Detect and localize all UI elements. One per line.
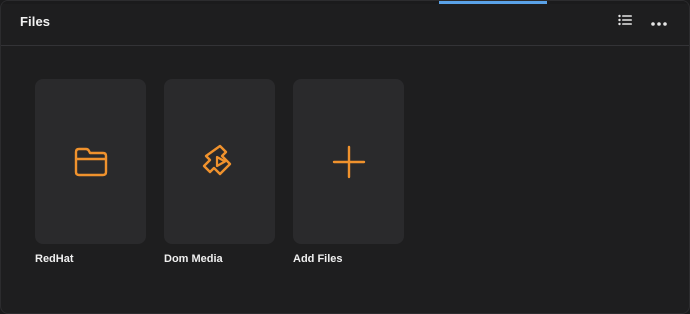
list-icon	[618, 13, 632, 31]
folder-tile-redhat[interactable]	[35, 79, 146, 244]
media-icon	[200, 142, 240, 182]
files-window: Files RedHat Dom Media Add Files	[0, 0, 690, 314]
page-title: Files	[20, 14, 51, 29]
ellipsis-icon	[651, 13, 667, 31]
tile-label-redhat: RedHat	[35, 253, 74, 265]
folder-tile-dom-media[interactable]	[164, 79, 275, 244]
add-files-tile[interactable]	[293, 79, 404, 244]
list-view-button[interactable]	[614, 11, 636, 33]
header-bar: Files	[1, 1, 689, 46]
tile-label-dom-media: Dom Media	[164, 253, 223, 265]
tile-label-add-files: Add Files	[293, 253, 343, 265]
folder-icon	[72, 146, 110, 178]
plus-icon	[332, 145, 366, 179]
more-options-button[interactable]	[648, 11, 670, 33]
